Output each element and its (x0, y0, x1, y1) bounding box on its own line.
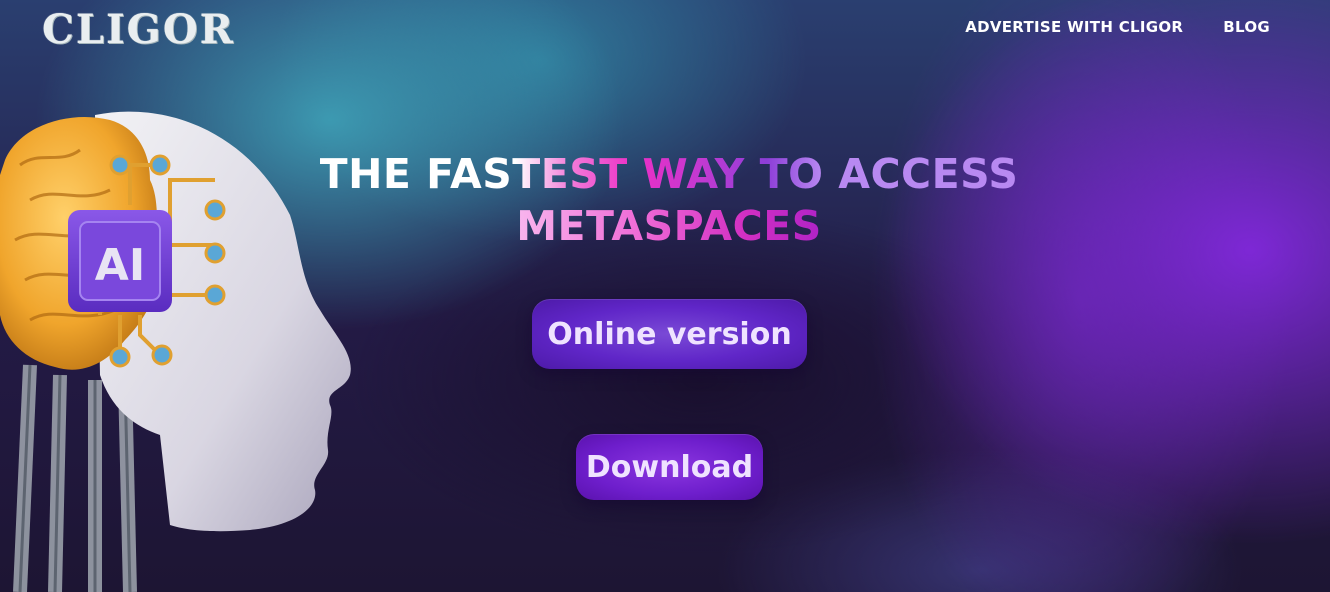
brand-logo[interactable]: CLIGOR (42, 6, 235, 53)
download-button[interactable]: Download (576, 434, 763, 500)
hero-headline-line2: METASPACES (516, 202, 822, 250)
hero-headline: THE FASTEST WAY TO ACCESS METASPACES (0, 148, 1330, 252)
top-nav: ADVERTISE WITH CLIGOR BLOG (965, 18, 1270, 36)
nav-blog-link[interactable]: BLOG (1223, 18, 1270, 36)
hero-headline-line1: THE FASTEST WAY TO ACCESS (319, 150, 1019, 198)
nav-advertise-link[interactable]: ADVERTISE WITH CLIGOR (965, 18, 1183, 36)
online-version-button[interactable]: Online version (532, 299, 807, 369)
